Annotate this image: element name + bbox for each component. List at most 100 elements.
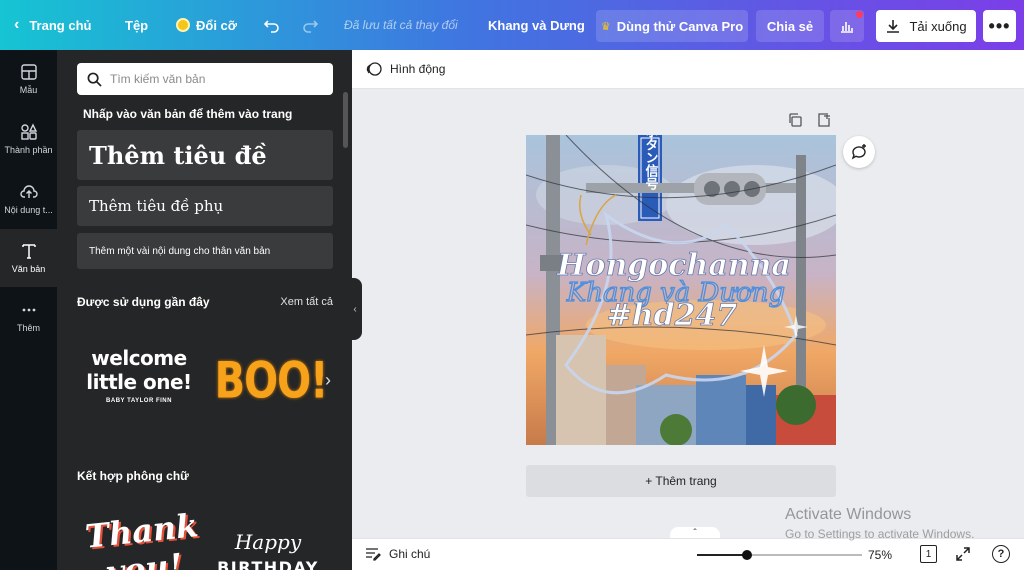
more-dots-icon: •••: [988, 16, 1011, 36]
boo-text: BOO!: [214, 352, 329, 410]
add-comment-icon: [851, 144, 866, 160]
rail-item-more[interactable]: Thêm: [0, 288, 57, 346]
recent-section-title: Được sử dụng gần đây: [77, 295, 210, 309]
try-pro-button[interactable]: ♛ Dùng thử Canva Pro: [596, 10, 748, 42]
rail-item-templates[interactable]: Mẫu: [0, 50, 57, 108]
zoom-slider-fill: [697, 554, 747, 556]
fullscreen-button[interactable]: [954, 545, 972, 566]
context-toolbar: Hình động: [352, 50, 1024, 89]
svg-text:押ボタン信号: 押ボタン信号: [643, 135, 659, 191]
design-title[interactable]: Khang và Dưng: [488, 0, 585, 50]
design-artwork: 押ボタン信号 Hongochanna Khang và Dương #hd247: [526, 135, 836, 445]
combo-item-happy-birthday[interactable]: Happy BIRTHDAY: [213, 530, 323, 570]
download-icon: [887, 20, 900, 33]
crown-icon: ♛: [600, 20, 611, 33]
font-combos-title: Kết hợp phông chữ: [77, 469, 189, 483]
share-label: Chia sẻ: [766, 18, 814, 34]
redo-button[interactable]: [300, 0, 320, 50]
recent-item-welcome[interactable]: welcome little one! BABY TAYLOR FINN: [85, 346, 193, 404]
redo-icon: [303, 20, 319, 33]
next-arrow-button[interactable]: ›: [325, 370, 331, 391]
copy-icon: [789, 113, 802, 127]
resize-button[interactable]: Đổi cỡ: [176, 0, 237, 50]
home-button[interactable]: ‹ Trang chủ: [14, 0, 91, 50]
help-icon: ?: [997, 548, 1005, 560]
download-button[interactable]: Tải xuống: [876, 10, 976, 42]
help-button[interactable]: ?: [992, 545, 1010, 563]
birthday-text: BIRTHDAY: [217, 558, 319, 570]
design-hashtag: #hd247: [607, 298, 738, 333]
rail-label-templates: Mẫu: [19, 85, 38, 95]
upload-icon: [19, 185, 38, 198]
elements-icon: [20, 123, 37, 140]
file-label: Tệp: [125, 17, 149, 33]
notes-label: Ghi chú: [389, 547, 431, 561]
happy-text: Happy: [234, 530, 302, 554]
welcome-text: welcome: [91, 346, 187, 370]
panel-hint: Nhấp vào văn bản để thêm vào trang: [83, 107, 293, 121]
template-icon: [20, 64, 37, 80]
home-label: Trang chủ: [29, 17, 92, 33]
add-page-button[interactable]: + Thêm trang: [526, 465, 836, 497]
animate-label: Hình động: [390, 62, 446, 76]
more-options-button[interactable]: •••: [983, 10, 1016, 42]
rail-item-text[interactable]: Văn bản: [0, 229, 57, 287]
add-heading-button[interactable]: Thêm tiêu đề: [77, 130, 333, 180]
search-icon: [87, 72, 102, 87]
try-pro-label: Dùng thử Canva Pro: [616, 18, 744, 34]
windows-activation-title: Activate Windows: [785, 506, 912, 523]
chevron-up-icon: ˆ: [693, 527, 697, 539]
notification-dot: [856, 11, 863, 18]
design-page[interactable]: 押ボタン信号 Hongochanna Khang và Dương #hd247: [526, 135, 836, 445]
notes-button[interactable]: Ghi chú: [365, 547, 430, 561]
add-body-text-button[interactable]: Thêm một vài nội dung cho thân văn bản: [77, 233, 333, 269]
page-count: 1: [925, 548, 932, 560]
animate-button[interactable]: Hình động: [366, 61, 445, 77]
little-one-text: little one!: [86, 370, 192, 394]
panel-scrollbar[interactable]: [343, 92, 348, 148]
add-page-icon-button[interactable]: [816, 112, 832, 133]
share-button[interactable]: Chia sẻ: [756, 10, 824, 42]
top-bar: ‹ Trang chủ Tệp Đổi cỡ Đã lưu tất cả tha…: [0, 0, 1024, 50]
side-rail: Mẫu Thành phần Nội dung t... Văn bản Thê…: [0, 50, 57, 570]
combo-item-thank-you[interactable]: Thank you!: [83, 506, 200, 570]
zoom-slider-thumb[interactable]: [741, 550, 752, 560]
duplicate-page-button[interactable]: [787, 112, 803, 133]
undo-button[interactable]: [262, 0, 282, 50]
text-icon: [21, 244, 36, 259]
recent-item-boo[interactable]: BOO!: [214, 350, 329, 412]
save-status: Đã lưu tất cả thay đổi: [344, 18, 458, 32]
rail-label-elements: Thành phần: [4, 145, 53, 155]
zoom-level[interactable]: 75%: [868, 548, 892, 562]
design-sign-text: 押ボタン信号: [643, 135, 659, 191]
see-all-link[interactable]: Xem tất cả: [280, 296, 333, 308]
more-icon: [22, 308, 35, 312]
page-count-button[interactable]: 1: [920, 545, 937, 563]
text-panel: Nhấp vào văn bản để thêm vào trang Thêm …: [57, 50, 352, 570]
search-input[interactable]: [110, 72, 320, 86]
insights-button[interactable]: [830, 10, 864, 42]
resize-label: Đổi cỡ: [196, 17, 238, 33]
search-box[interactable]: [77, 63, 333, 95]
windows-activation-subtitle: Go to Settings to activate Windows.: [785, 527, 975, 541]
crown-coin-icon: [176, 18, 190, 32]
bar-chart-icon: [841, 22, 853, 33]
rail-label-uploads: Nội dung t...: [4, 205, 53, 215]
file-menu[interactable]: Tệp: [125, 0, 148, 50]
baby-name-text: BABY TAYLOR FINN: [106, 398, 172, 404]
notes-icon: [366, 548, 381, 561]
rail-item-elements[interactable]: Thành phần: [0, 110, 57, 168]
chevron-left-icon: ‹: [14, 16, 20, 33]
zoom-slider[interactable]: [697, 550, 862, 560]
undo-icon: [263, 20, 279, 33]
add-subheading-button[interactable]: Thêm tiêu đề phụ: [77, 186, 333, 226]
comment-button[interactable]: [843, 136, 875, 168]
download-label: Tải xuống: [909, 18, 967, 34]
animate-icon: [366, 62, 382, 76]
rail-label-text: Văn bản: [11, 264, 46, 274]
rail-item-uploads[interactable]: Nội dung t...: [0, 170, 57, 228]
rail-label-more: Thêm: [16, 323, 40, 333]
expand-icon: [956, 547, 970, 561]
add-page-icon: [818, 113, 830, 127]
bottom-bar: Ghi chú 75% 1 ?: [352, 538, 1024, 570]
